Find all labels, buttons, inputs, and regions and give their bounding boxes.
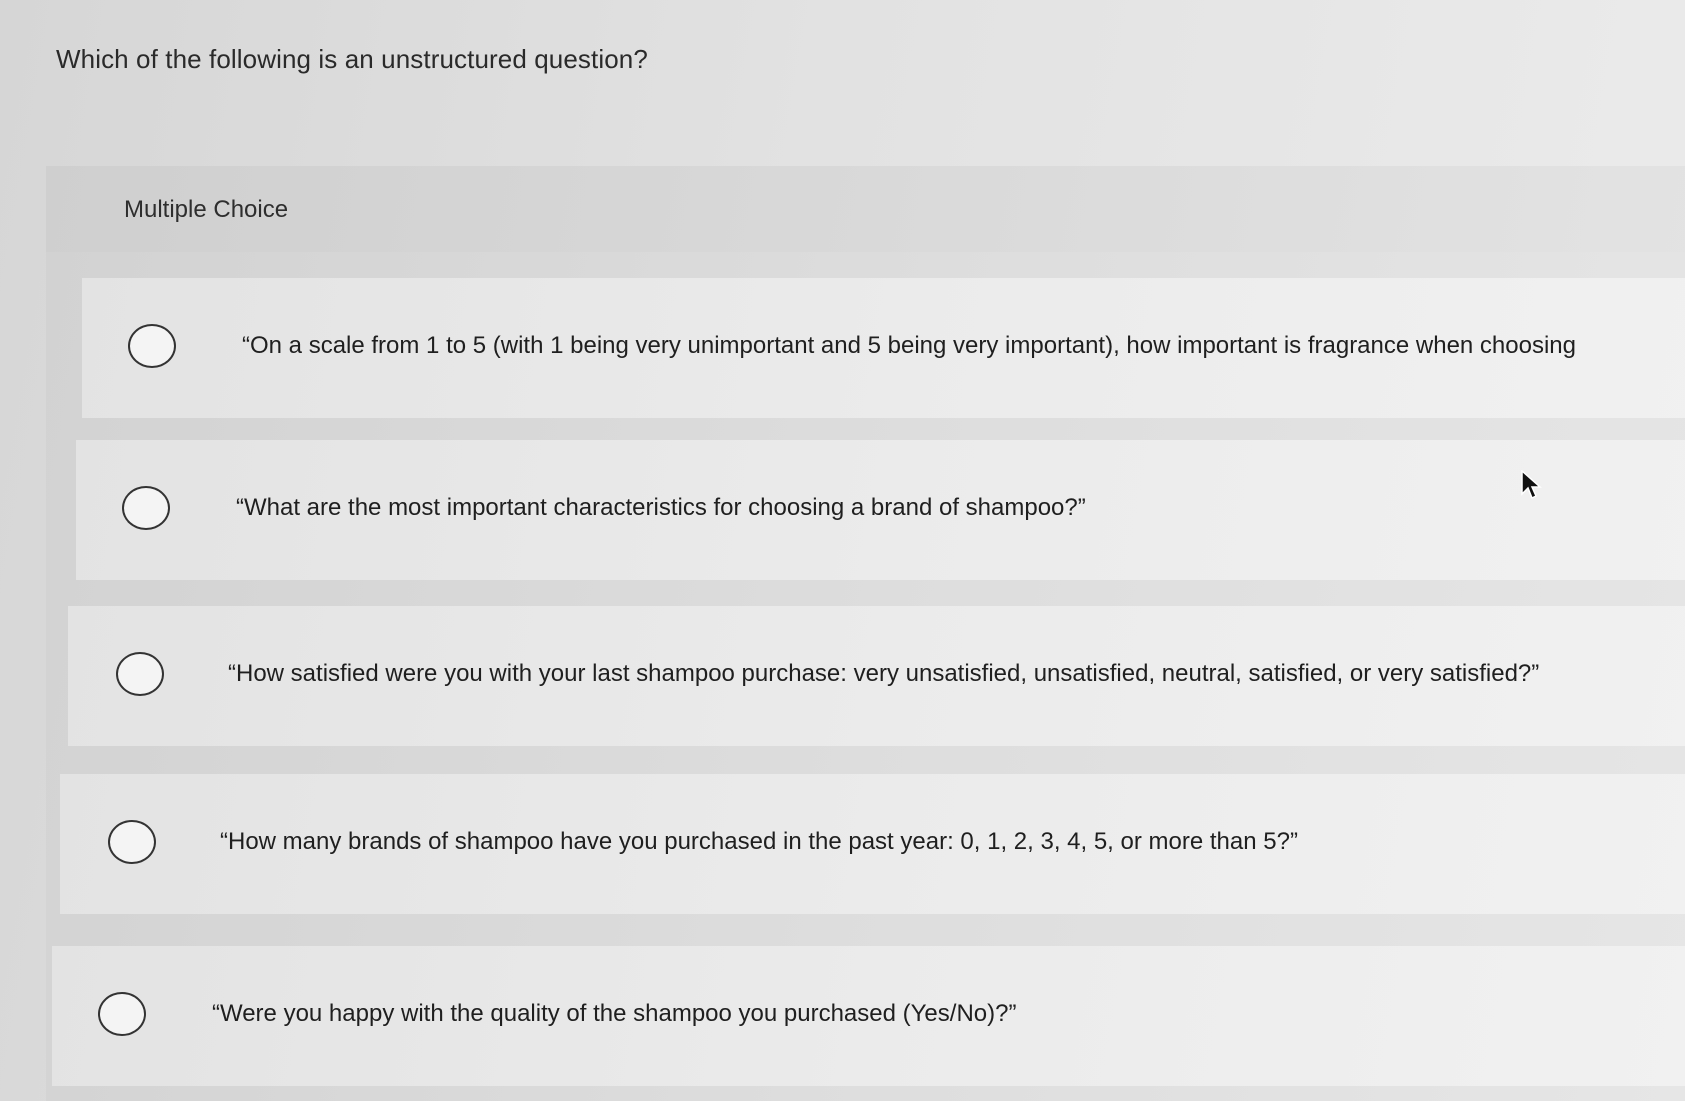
radio-button-option-4[interactable]	[108, 820, 156, 864]
radio-button-option-1[interactable]	[128, 324, 176, 368]
mouse-cursor-icon	[1521, 470, 1542, 500]
answer-option-2[interactable]: “What are the most important characteris…	[76, 440, 1685, 580]
multiple-choice-header: Multiple Choice	[46, 166, 1685, 252]
answer-option-5[interactable]: “Were you happy with the quality of the …	[52, 946, 1685, 1086]
quiz-page: Which of the following is an unstructure…	[0, 0, 1685, 1101]
radio-button-option-5[interactable]	[98, 992, 146, 1036]
answer-option-5-text: “Were you happy with the quality of the …	[212, 1000, 1017, 1027]
answer-option-2-text: “What are the most important characteris…	[236, 494, 1086, 521]
answer-option-4[interactable]: “How many brands of shampoo have you pur…	[60, 774, 1685, 914]
question-text: Which of the following is an unstructure…	[56, 44, 648, 74]
multiple-choice-label: Multiple Choice	[124, 196, 289, 223]
radio-button-option-3[interactable]	[116, 652, 164, 696]
radio-button-option-2[interactable]	[122, 486, 170, 530]
answer-option-1-text: “On a scale from 1 to 5 (with 1 being ve…	[242, 332, 1577, 359]
answer-option-3-text: “How satisfied were you with your last s…	[228, 660, 1540, 687]
answer-option-3[interactable]: “How satisfied were you with your last s…	[68, 606, 1685, 746]
answer-option-1[interactable]: “On a scale from 1 to 5 (with 1 being ve…	[82, 278, 1685, 418]
answer-option-4-text: “How many brands of shampoo have you pur…	[220, 828, 1298, 855]
multiple-choice-panel: Multiple Choice “On a scale from 1 to 5 …	[46, 166, 1685, 1101]
